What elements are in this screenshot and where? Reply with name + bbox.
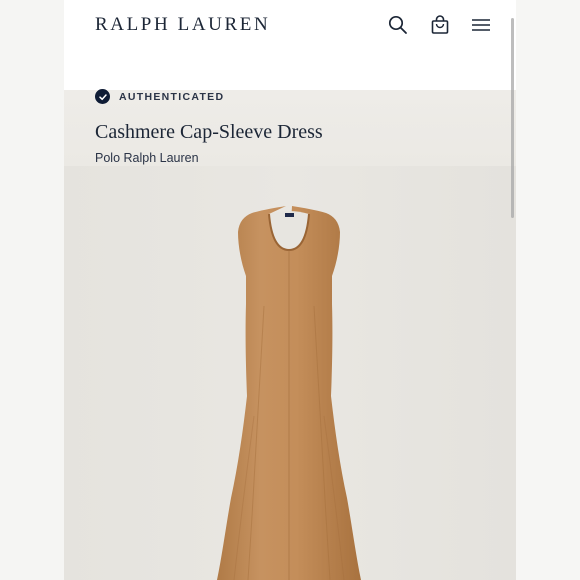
mobile-page: RALPH LAUREN AUTHENTICATED Cashmere Cap-… xyxy=(64,0,516,580)
product-title: Cashmere Cap-Sleeve Dress xyxy=(95,121,323,143)
product-brand: Polo Ralph Lauren xyxy=(95,151,199,165)
check-circle-icon xyxy=(95,89,110,104)
dress-image xyxy=(217,206,361,580)
scrollbar[interactable] xyxy=(511,18,514,218)
site-header: RALPH LAUREN xyxy=(64,0,516,90)
authenticated-badge: AUTHENTICATED xyxy=(95,89,224,104)
product-image-area xyxy=(64,166,516,580)
authenticated-label: AUTHENTICATED xyxy=(119,90,225,103)
search-icon[interactable] xyxy=(387,14,409,36)
menu-icon[interactable] xyxy=(470,14,492,36)
left-margin xyxy=(0,0,64,580)
right-margin xyxy=(516,0,580,580)
shopping-bag-icon[interactable] xyxy=(429,14,451,36)
brand-logo[interactable]: RALPH LAUREN xyxy=(95,14,270,36)
